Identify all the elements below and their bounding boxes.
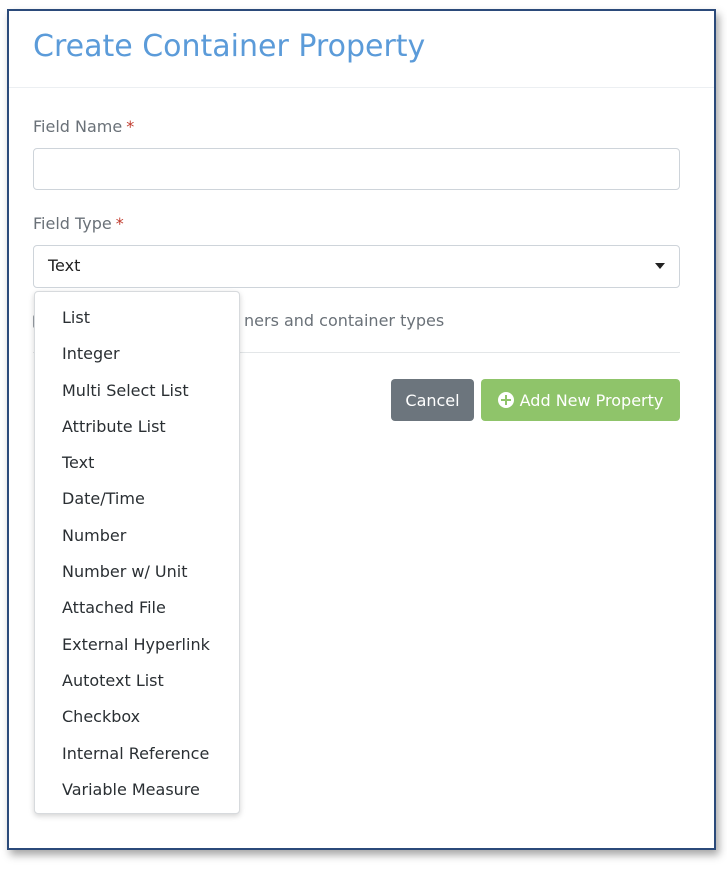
field-name-input[interactable] — [33, 148, 680, 190]
dropdown-option-internal-reference[interactable]: Internal Reference — [35, 736, 239, 772]
field-type-label: Field Type * — [33, 214, 124, 233]
add-new-property-button[interactable]: Add New Property — [481, 379, 680, 421]
cancel-button[interactable]: Cancel — [391, 379, 474, 421]
dropdown-option-attribute-list[interactable]: Attribute List — [35, 409, 239, 445]
dropdown-option-attached-file[interactable]: Attached File — [35, 590, 239, 626]
dialog-title: Create Container Property — [33, 29, 426, 64]
required-marker: * — [126, 117, 135, 136]
help-text-content: ners and container types — [244, 311, 445, 330]
dialog-frame: Create Container Property Field Name * Fi… — [7, 9, 716, 850]
dropdown-option-date-time[interactable]: Date/Time — [35, 481, 239, 517]
dropdown-option-integer[interactable]: Integer — [35, 336, 239, 372]
dropdown-option-external-hyperlink[interactable]: External Hyperlink — [35, 627, 239, 663]
field-type-select[interactable]: Text — [33, 245, 680, 288]
dropdown-option-checkbox[interactable]: Checkbox — [35, 699, 239, 735]
dialog-header: Create Container Property — [9, 11, 714, 88]
add-new-property-label: Add New Property — [519, 390, 664, 410]
field-type-label-text: Field Type — [33, 214, 112, 233]
field-name-label-text: Field Name — [33, 117, 123, 136]
required-marker: * — [115, 214, 124, 233]
dropdown-option-number-with-unit[interactable]: Number w/ Unit — [35, 554, 239, 590]
dropdown-option-number[interactable]: Number — [35, 518, 239, 554]
field-type-selected-value: Text — [48, 256, 81, 275]
dropdown-option-text[interactable]: Text — [35, 445, 239, 481]
cancel-button-label: Cancel — [405, 390, 460, 410]
field-type-dropdown-menu: List Integer Multi Select List Attribute… — [34, 291, 240, 814]
dropdown-option-multi-select-list[interactable]: Multi Select List — [35, 373, 239, 409]
dropdown-option-variable-measure[interactable]: Variable Measure — [35, 772, 239, 808]
caret-down-icon — [655, 263, 665, 269]
field-name-label: Field Name * — [33, 117, 134, 136]
dropdown-option-list[interactable]: List — [35, 300, 239, 336]
dropdown-option-autotext-list[interactable]: Autotext List — [35, 663, 239, 699]
plus-circle-icon — [497, 392, 514, 408]
